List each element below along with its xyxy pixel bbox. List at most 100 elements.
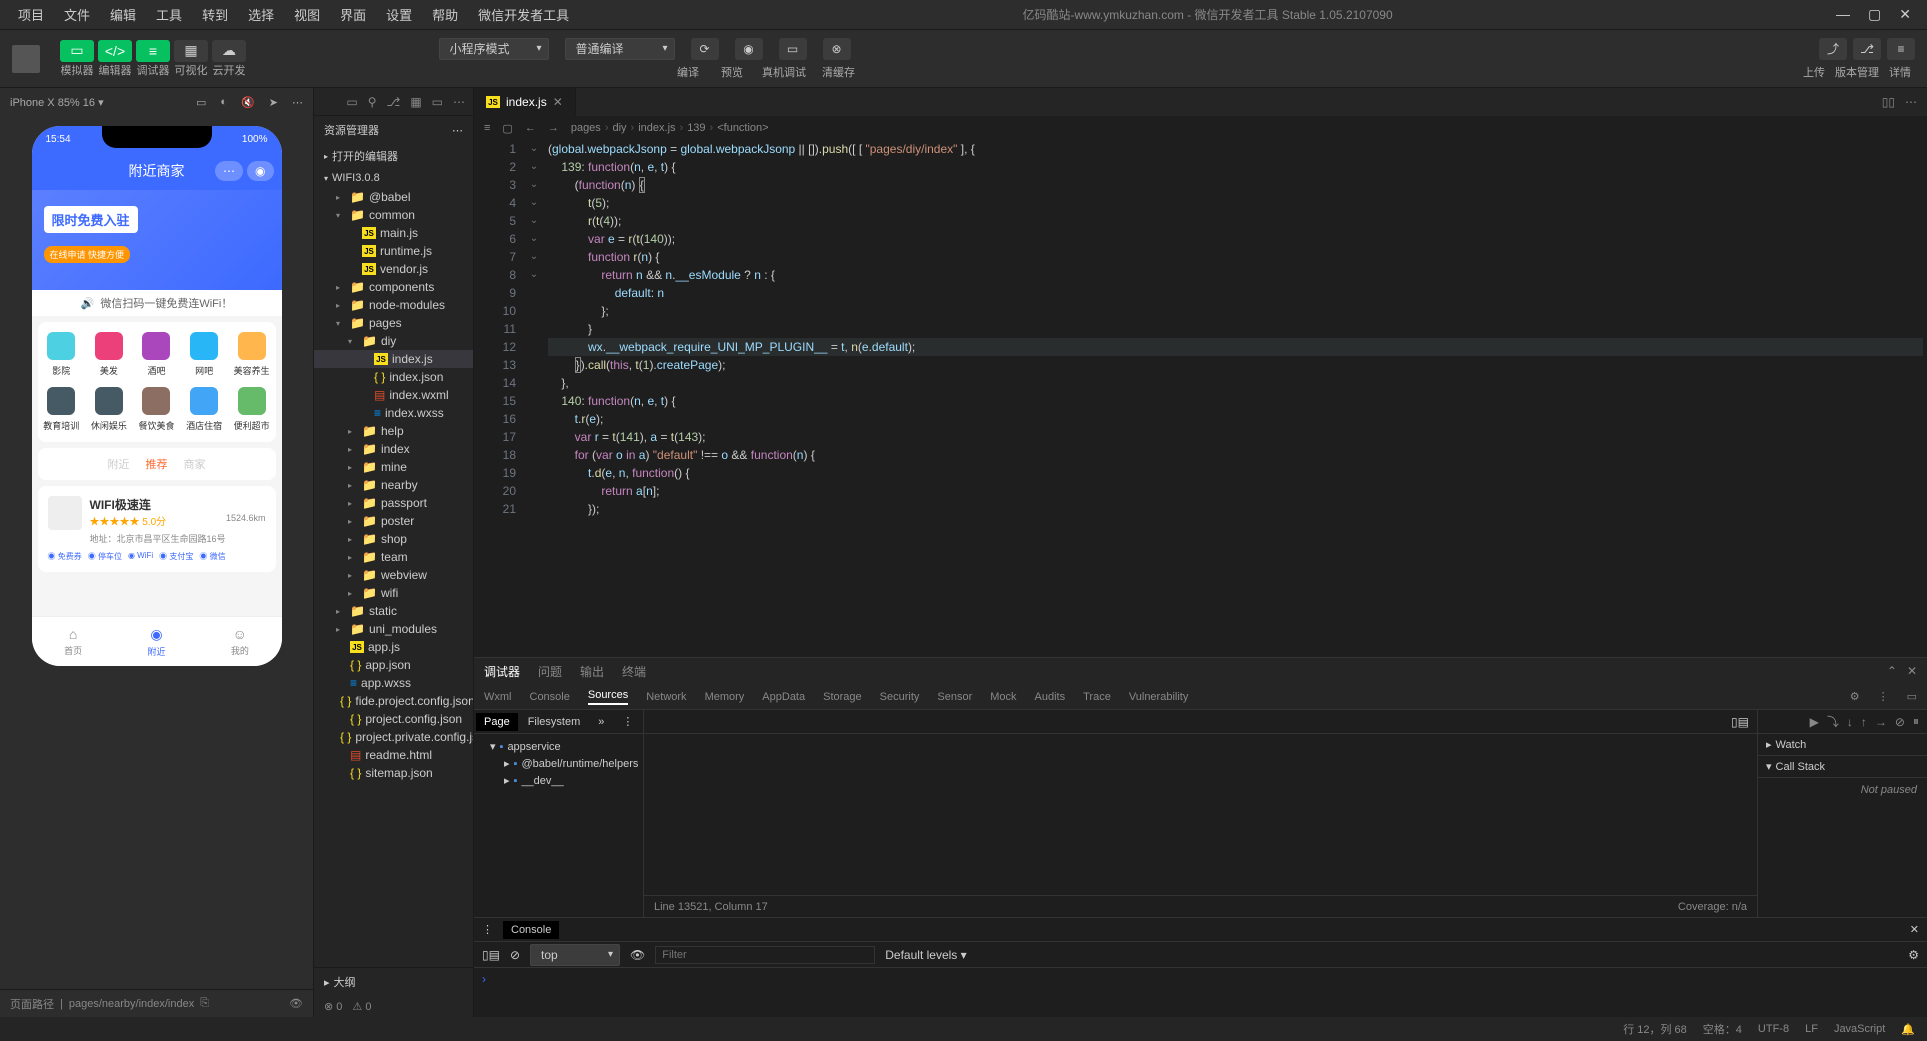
- editor-more-icon[interactable]: ⋯: [1905, 95, 1917, 109]
- sources-menu-icon[interactable]: ⋮: [614, 712, 641, 731]
- category-美容养生[interactable]: 美容养生: [228, 332, 276, 377]
- editor-button[interactable]: </>: [98, 40, 132, 62]
- explorer-toggle-icon[interactable]: ≡: [484, 122, 490, 134]
- file-help[interactable]: ▸📁help: [314, 422, 473, 440]
- sim-screenshot-icon[interactable]: ▭: [196, 96, 206, 109]
- language-info[interactable]: JavaScript: [1834, 1023, 1885, 1035]
- file-webview[interactable]: ▸📁webview: [314, 566, 473, 584]
- devtools-tab-调试器[interactable]: 调试器: [484, 663, 520, 680]
- file-pages[interactable]: ▾📁pages: [314, 314, 473, 332]
- tabbar-附近[interactable]: ◉附近: [115, 617, 198, 666]
- category-酒吧[interactable]: 酒吧: [133, 332, 181, 377]
- menu-视图[interactable]: 视图: [284, 1, 330, 28]
- console-levels-select[interactable]: Default levels ▾: [885, 948, 966, 962]
- file-fide.project.config.json[interactable]: { }fide.project.config.json: [314, 692, 473, 710]
- file-common[interactable]: ▾📁common: [314, 206, 473, 224]
- explorer-icon-6[interactable]: ⋯: [453, 95, 465, 109]
- step-over-icon[interactable]: ⤵: [1827, 713, 1839, 730]
- sim-send-icon[interactable]: ➤: [269, 96, 278, 109]
- file-app.wxss[interactable]: ≡app.wxss: [314, 674, 473, 692]
- cursor-pos[interactable]: 行 12，列 68: [1623, 1021, 1687, 1037]
- file-node-modules[interactable]: ▸📁node-modules: [314, 296, 473, 314]
- pause-icon[interactable]: ▶: [1810, 715, 1819, 729]
- sim-rotate-icon[interactable]: ◐: [220, 96, 227, 109]
- devtools-tab-输出[interactable]: 输出: [580, 663, 604, 680]
- console-filter-input[interactable]: [655, 946, 875, 964]
- devtools-subtab-Storage[interactable]: Storage: [823, 691, 862, 703]
- explorer-icon-5[interactable]: ▭: [432, 95, 443, 109]
- step-into-icon[interactable]: ↓: [1847, 715, 1853, 729]
- refresh-button[interactable]: ⟳: [691, 38, 719, 60]
- deactivate-bp-icon[interactable]: ⊘: [1895, 715, 1905, 729]
- upload-button[interactable]: ⤴: [1819, 38, 1847, 60]
- category-餐饮美食[interactable]: 餐饮美食: [133, 387, 181, 432]
- devtools-subtab-Console[interactable]: Console: [530, 691, 570, 703]
- menu-文件[interactable]: 文件: [54, 1, 100, 28]
- tabbar-我的[interactable]: ☺我的: [198, 617, 281, 666]
- user-avatar[interactable]: [12, 45, 40, 73]
- remote-debug-button[interactable]: ▭: [779, 38, 807, 60]
- explorer-icon-4[interactable]: ▦: [410, 95, 421, 109]
- sim-more-icon[interactable]: ⋯: [292, 96, 303, 109]
- filter-tab-推荐[interactable]: 推荐: [146, 456, 168, 472]
- split-editor-icon[interactable]: ▯▯: [1882, 95, 1895, 109]
- console-eye-icon[interactable]: 👁: [630, 948, 645, 962]
- devtools-subtab-Sources[interactable]: Sources: [588, 689, 628, 705]
- console-context-select[interactable]: top: [530, 944, 620, 966]
- sources-__dev__[interactable]: ▸▪__dev__: [478, 772, 639, 789]
- console-close-icon[interactable]: ✕: [1910, 923, 1919, 936]
- menu-转到[interactable]: 转到: [192, 1, 238, 28]
- devtools-subtab-Wxml[interactable]: Wxml: [484, 691, 512, 703]
- menu-选择[interactable]: 选择: [238, 1, 284, 28]
- close-button[interactable]: ✕: [1899, 6, 1911, 23]
- encoding-info[interactable]: UTF-8: [1758, 1023, 1789, 1035]
- open-editors-section[interactable]: 打开的编辑器: [314, 144, 473, 168]
- file-app.json[interactable]: { }app.json: [314, 656, 473, 674]
- devtools-subtab-Vulnerability[interactable]: Vulnerability: [1129, 691, 1189, 703]
- file-index[interactable]: ▸📁index: [314, 440, 473, 458]
- file-index.json[interactable]: { }index.json: [314, 368, 473, 386]
- filter-tab-附近[interactable]: 附近: [108, 456, 130, 472]
- menu-界面[interactable]: 界面: [330, 1, 376, 28]
- file-sitemap.json[interactable]: { }sitemap.json: [314, 764, 473, 782]
- sources-@babel/runtime/helpers[interactable]: ▸▪@babel/runtime/helpers: [478, 755, 639, 772]
- clear-cache-button[interactable]: ⊗: [823, 38, 851, 60]
- step-icon[interactable]: →: [1875, 715, 1887, 729]
- breadcrumb-item[interactable]: 139: [687, 122, 705, 134]
- file-components[interactable]: ▸📁components: [314, 278, 473, 296]
- explorer-icon-2[interactable]: ⚲: [368, 95, 377, 109]
- file-readme.html[interactable]: ▤readme.html: [314, 746, 473, 764]
- console-clear-icon[interactable]: ⊘: [510, 948, 520, 962]
- outline-section[interactable]: 大纲: [334, 974, 356, 990]
- file-runtime.js[interactable]: JSruntime.js: [314, 242, 473, 260]
- menu-工具[interactable]: 工具: [146, 1, 192, 28]
- eye-icon[interactable]: 👁: [289, 997, 303, 1010]
- filter-tab-商家[interactable]: 商家: [184, 456, 206, 472]
- maximize-button[interactable]: ▢: [1868, 6, 1881, 23]
- simulator-button[interactable]: ▭: [60, 40, 94, 62]
- sources-more-tab[interactable]: »: [590, 713, 612, 731]
- devtools-subtab-Security[interactable]: Security: [880, 691, 920, 703]
- console-prompt[interactable]: ›: [474, 968, 1927, 990]
- sources-appservice[interactable]: ▾▪appservice: [478, 738, 639, 755]
- file-project.config.json[interactable]: { }project.config.json: [314, 710, 473, 728]
- menu-微信开发者工具[interactable]: 微信开发者工具: [468, 1, 579, 28]
- file-poster[interactable]: ▸📁poster: [314, 512, 473, 530]
- minimize-button[interactable]: —: [1836, 6, 1850, 23]
- console-sidebar-icon[interactable]: ▯▤: [482, 948, 500, 962]
- file-main.js[interactable]: JSmain.js: [314, 224, 473, 242]
- preview-button[interactable]: ◉: [735, 38, 763, 60]
- file-app.js[interactable]: JSapp.js: [314, 638, 473, 656]
- console-menu-icon[interactable]: ⋮: [482, 923, 493, 936]
- step-out-icon[interactable]: ↑: [1861, 715, 1867, 729]
- file-uni_modules[interactable]: ▸📁uni_modules: [314, 620, 473, 638]
- device-select[interactable]: iPhone X 85% 16 ▾: [10, 96, 104, 109]
- warning-count[interactable]: ⚠ 0: [352, 1000, 371, 1013]
- menu-帮助[interactable]: 帮助: [422, 1, 468, 28]
- devtools-subtab-Network[interactable]: Network: [646, 691, 686, 703]
- copy-path-icon[interactable]: ⎘: [200, 997, 209, 1010]
- category-便利超市[interactable]: 便利超市: [228, 387, 276, 432]
- sources-filesystem-tab[interactable]: Filesystem: [520, 713, 589, 731]
- file-wifi[interactable]: ▸📁wifi: [314, 584, 473, 602]
- callstack-section[interactable]: Call Stack: [1776, 761, 1826, 773]
